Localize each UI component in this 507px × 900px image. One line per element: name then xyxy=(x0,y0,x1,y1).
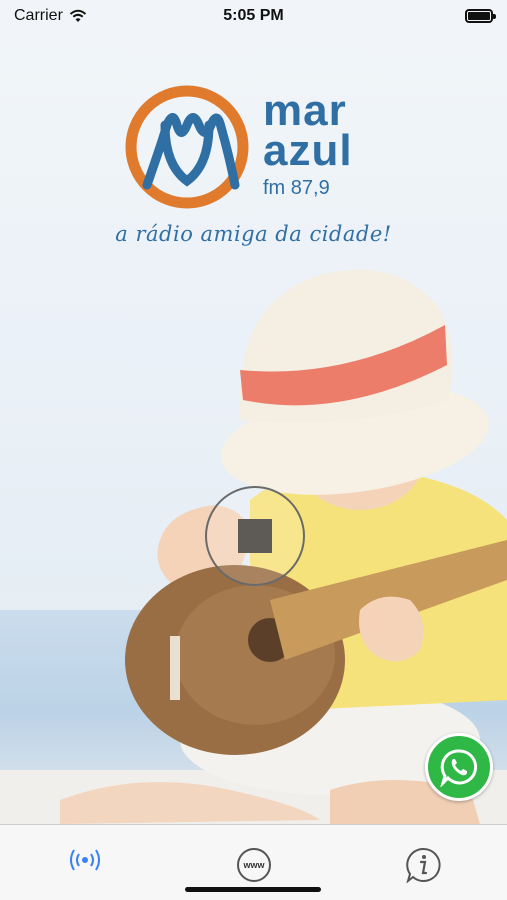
radio-broadcast-icon xyxy=(69,849,100,871)
brand-frequency: fm 87,9 xyxy=(263,177,330,199)
whatsapp-button[interactable] xyxy=(425,733,493,801)
info-icon xyxy=(405,847,441,883)
status-bar: Carrier 5:05 PM xyxy=(0,0,507,32)
brand-name-line2: azul xyxy=(263,126,353,175)
stop-icon xyxy=(238,519,272,553)
home-indicator[interactable] xyxy=(185,887,321,892)
battery-icon xyxy=(465,9,496,23)
tab-radio[interactable] xyxy=(0,825,169,900)
status-time: 5:05 PM xyxy=(223,7,284,24)
tab-info[interactable] xyxy=(338,825,507,900)
brand-name-line1: mar xyxy=(263,86,347,135)
www-icon: www xyxy=(236,848,271,882)
whatsapp-icon xyxy=(440,749,478,787)
stop-button[interactable] xyxy=(205,486,305,586)
svg-text:www: www xyxy=(242,860,265,870)
station-logo-mark xyxy=(125,85,249,209)
station-logo: mar azul fm 87,9 xyxy=(120,85,400,215)
station-tagline: a rádio amiga da cidade! xyxy=(115,222,392,246)
